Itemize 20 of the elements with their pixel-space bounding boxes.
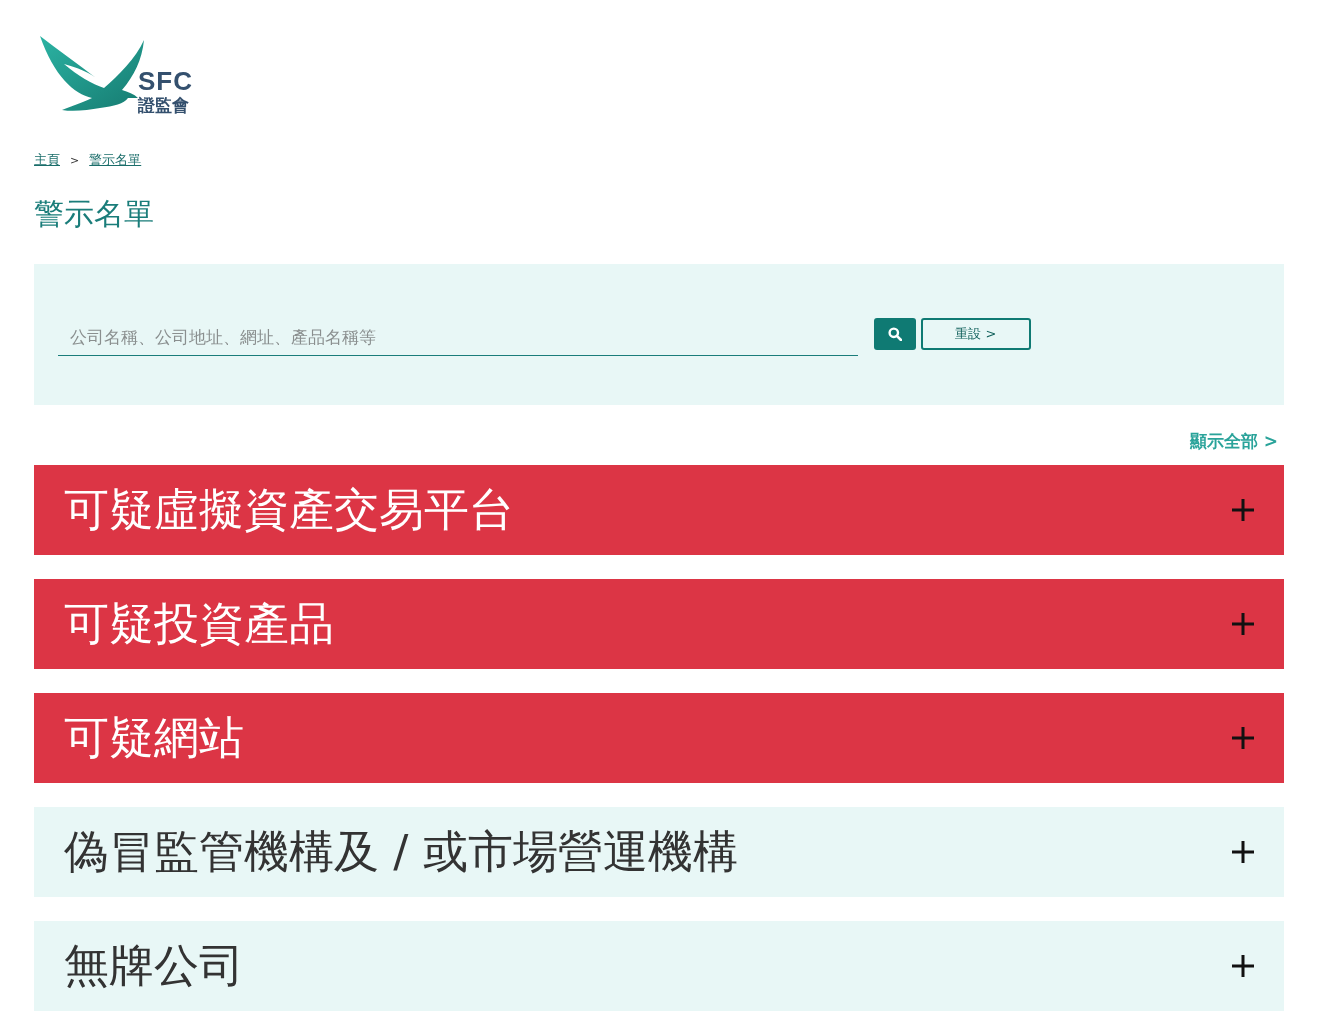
breadcrumb-separator: > [70, 153, 80, 167]
breadcrumb-link[interactable]: 警示名單 [89, 151, 142, 169]
accordion-title: 可疑投資產品 [64, 596, 334, 652]
accordion-header[interactable]: 可疑網站 [34, 693, 1284, 783]
accordion-header[interactable]: 可疑投資產品 [34, 579, 1284, 669]
accordion-title: 偽冒監管機構及 / 或市場營運機構 [64, 824, 738, 880]
accordion-title: 可疑網站 [64, 710, 244, 766]
search-field[interactable]: 公司名稱、公司地址、網址、產品名稱等 [58, 318, 858, 356]
accordion-header[interactable]: 可疑虛擬資產交易平台 [34, 465, 1284, 555]
logo-name: 證監會 [138, 94, 190, 116]
breadcrumb-link[interactable]: 主頁 [34, 151, 60, 169]
logo-abbreviation: SFC [138, 68, 193, 94]
search-icon [888, 327, 902, 341]
accordion-title: 可疑虛擬資產交易平台 [64, 482, 514, 538]
accordion-header[interactable]: 偽冒監管機構及 / 或市場營運機構 [34, 807, 1284, 897]
page-title: 警示名單 [34, 195, 155, 233]
reset-button[interactable]: 重設 > [921, 318, 1031, 350]
accordion-header[interactable]: 無牌公司 [34, 921, 1284, 1011]
accordion-title: 無牌公司 [64, 938, 244, 994]
search-button[interactable] [874, 318, 916, 350]
